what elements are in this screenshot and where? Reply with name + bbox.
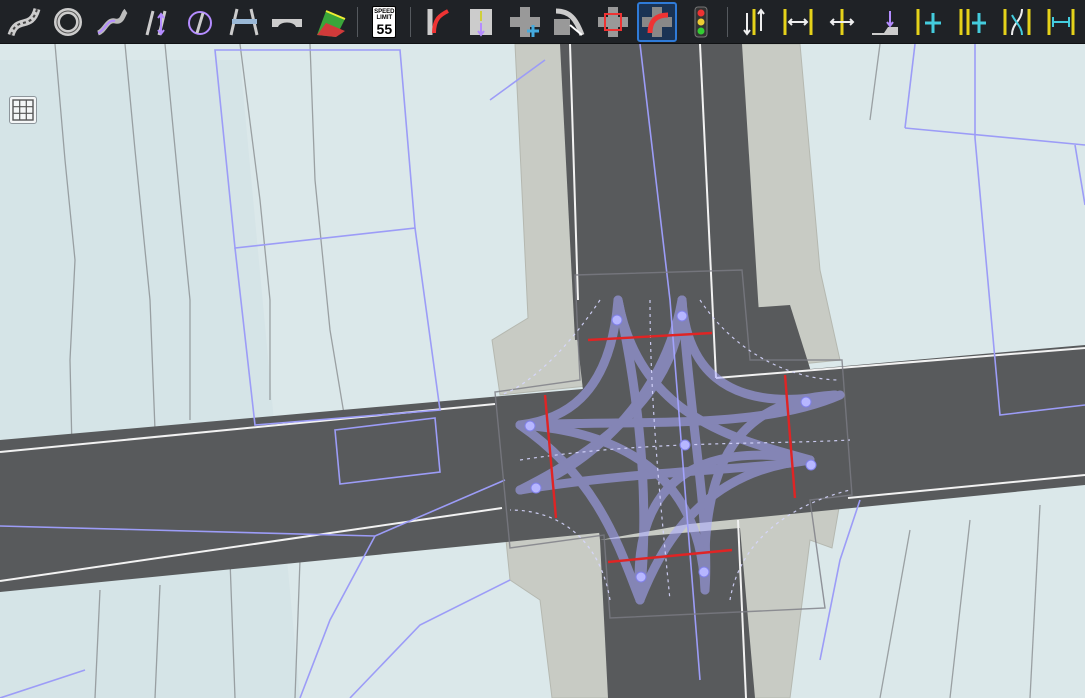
lane-change-icon bbox=[145, 10, 167, 36]
roundabout-icon bbox=[53, 7, 82, 36]
grid-toggle-button[interactable] bbox=[9, 96, 37, 124]
tool-speed-limit-button[interactable]: SPEED LIMIT 55 bbox=[364, 2, 404, 42]
road-connect-icon bbox=[427, 8, 450, 35]
junction-add-icon bbox=[510, 6, 541, 37]
tool-terrain-paint-button[interactable] bbox=[311, 2, 351, 42]
lane-resize-icon bbox=[829, 8, 854, 35]
lane-add-icon bbox=[916, 8, 942, 35]
tool-lane-measure-button[interactable] bbox=[1041, 2, 1081, 42]
tool-lane-offset-button[interactable] bbox=[866, 2, 906, 42]
tool-lane-direction-button[interactable] bbox=[734, 2, 774, 42]
junction-turn-icon bbox=[554, 8, 585, 36]
tool-lane-merge-button[interactable] bbox=[461, 2, 501, 42]
tool-lane-split-button[interactable] bbox=[997, 2, 1037, 42]
tool-crosswalk-button[interactable] bbox=[224, 2, 264, 42]
lane-insert-icon bbox=[959, 8, 987, 35]
lane-split-icon bbox=[1003, 8, 1031, 35]
speed-limit-caption: SPEED LIMIT bbox=[374, 8, 395, 21]
tool-lane-insert-button[interactable] bbox=[953, 2, 993, 42]
tool-lane-add-button[interactable] bbox=[909, 2, 949, 42]
tool-lane-width-button[interactable] bbox=[778, 2, 818, 42]
tool-road-freehand-button[interactable] bbox=[92, 2, 132, 42]
speed-limit-icon: SPEED LIMIT 55 bbox=[372, 5, 397, 38]
road-freehand-icon bbox=[96, 8, 128, 35]
speed-limit-value: 55 bbox=[376, 20, 393, 37]
lane-offset-icon bbox=[872, 10, 899, 35]
traffic-light-icon bbox=[694, 6, 708, 37]
tool-road-button[interactable] bbox=[4, 2, 44, 42]
toolbar-separator bbox=[410, 6, 412, 37]
terrain-paint-icon bbox=[317, 9, 346, 37]
map-viewport[interactable] bbox=[0, 44, 1085, 698]
road-curve-icon bbox=[7, 7, 41, 36]
toolbar-separator bbox=[357, 6, 359, 37]
bridge-icon bbox=[272, 18, 303, 27]
tool-lane-change-button[interactable] bbox=[136, 2, 176, 42]
grid-icon bbox=[12, 99, 34, 121]
lane-width-icon bbox=[783, 8, 813, 35]
crosswalk-icon bbox=[229, 8, 259, 35]
lane-measure-icon bbox=[1047, 8, 1075, 35]
tool-bridge-button[interactable] bbox=[268, 2, 308, 42]
tool-junction-add-button[interactable] bbox=[505, 2, 545, 42]
tool-roundabout-button[interactable] bbox=[48, 2, 88, 42]
tool-traffic-signal-button[interactable] bbox=[681, 2, 721, 42]
lane-merge-icon bbox=[470, 8, 493, 37]
main-toolbar: SPEED LIMIT 55 bbox=[0, 0, 1085, 44]
junction-corner-icon bbox=[641, 6, 672, 37]
road-rotate-icon bbox=[187, 10, 212, 35]
tool-junction-boundary-button[interactable] bbox=[593, 2, 633, 42]
lane-direction-icon bbox=[742, 7, 765, 36]
road-canvas[interactable] bbox=[0, 44, 1085, 698]
tool-junction-corner-button[interactable] bbox=[636, 1, 677, 42]
junction-boundary-icon bbox=[597, 6, 628, 37]
tool-lane-resize-button[interactable] bbox=[822, 2, 862, 42]
toolbar-separator bbox=[726, 6, 728, 37]
tool-road-connect-button[interactable] bbox=[417, 2, 457, 42]
tool-junction-turn-button[interactable] bbox=[549, 2, 589, 42]
tool-road-rotate-button[interactable] bbox=[180, 2, 220, 42]
